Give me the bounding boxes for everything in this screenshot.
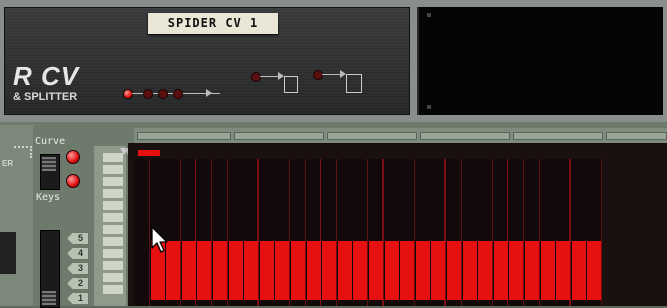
curve-keys-switch[interactable] bbox=[40, 154, 60, 190]
step-value-bar[interactable] bbox=[260, 241, 275, 300]
led-icon bbox=[313, 70, 323, 80]
step-value-bar[interactable] bbox=[385, 241, 400, 300]
bar-tab[interactable] bbox=[327, 132, 417, 140]
step-value-bar[interactable] bbox=[213, 241, 228, 300]
black-panel bbox=[417, 7, 663, 115]
step-value-bar[interactable] bbox=[478, 241, 493, 300]
octave-3-button[interactable]: 3 bbox=[67, 262, 89, 275]
side-block bbox=[0, 232, 16, 274]
keys-led-icon bbox=[66, 174, 80, 188]
step-value-bar[interactable] bbox=[463, 241, 478, 300]
step-value-bar[interactable] bbox=[400, 241, 415, 300]
step-value-bar[interactable] bbox=[556, 241, 571, 300]
curve-label: Curve bbox=[35, 136, 66, 147]
step-value-bar[interactable] bbox=[229, 241, 244, 300]
piano-key[interactable] bbox=[102, 284, 124, 295]
screw-icon bbox=[427, 105, 431, 109]
step-value-bar[interactable] bbox=[275, 241, 290, 300]
step-value-bar[interactable] bbox=[494, 241, 509, 300]
led-on-icon bbox=[123, 89, 133, 99]
spider-cv-panel: SPIDER CV 1 R CV & SPLITTER bbox=[4, 7, 410, 115]
merge-diagram bbox=[120, 86, 230, 102]
keys-label: Keys bbox=[36, 192, 61, 203]
piano-key[interactable] bbox=[102, 272, 124, 283]
step-value-bar[interactable] bbox=[525, 241, 540, 300]
step-value-bar[interactable] bbox=[447, 241, 462, 300]
step-value-bar[interactable] bbox=[587, 241, 602, 300]
step-value-bar[interactable] bbox=[338, 241, 353, 300]
piano-key[interactable] bbox=[102, 260, 124, 271]
step-value-bar[interactable] bbox=[197, 241, 212, 300]
split-diagram-b bbox=[310, 69, 370, 99]
step-value-bar[interactable] bbox=[322, 241, 337, 300]
piano-key[interactable] bbox=[102, 236, 124, 247]
step-value-bar[interactable] bbox=[541, 241, 556, 300]
octave-selector: 5 4 3 2 1 bbox=[65, 230, 91, 306]
step-value-bar[interactable] bbox=[509, 241, 524, 300]
piano-key[interactable] bbox=[102, 164, 124, 175]
split-diagram-a bbox=[248, 71, 308, 101]
step-value-bar[interactable] bbox=[353, 241, 368, 300]
position-indicator bbox=[138, 150, 160, 156]
piano-key[interactable] bbox=[102, 248, 124, 259]
led-icon bbox=[143, 89, 153, 99]
curve-led-icon bbox=[66, 150, 80, 164]
bar-tab[interactable] bbox=[137, 132, 231, 140]
step-columns bbox=[134, 159, 667, 306]
piano-key[interactable] bbox=[102, 176, 124, 187]
step-value-bar[interactable] bbox=[572, 241, 587, 300]
keyboard-strip bbox=[94, 146, 126, 306]
step-value-bar[interactable] bbox=[369, 241, 384, 300]
brand-title: R CV bbox=[13, 61, 80, 91]
side-dots-icon bbox=[14, 146, 32, 158]
arrow-icon bbox=[206, 89, 212, 97]
screw-icon bbox=[427, 13, 431, 17]
octave-switch[interactable] bbox=[40, 230, 60, 308]
piano-key[interactable] bbox=[102, 224, 124, 235]
octave-1-button[interactable]: 1 bbox=[67, 292, 89, 305]
step-value-bar[interactable] bbox=[307, 241, 322, 300]
step-value-bar[interactable] bbox=[182, 241, 197, 300]
led-icon bbox=[158, 89, 168, 99]
octave-4-button[interactable]: 4 bbox=[67, 247, 89, 260]
brand-subtitle: & SPLITTER bbox=[13, 91, 78, 103]
side-label: ER bbox=[2, 159, 14, 168]
led-icon bbox=[251, 72, 261, 82]
switch-knob bbox=[42, 157, 56, 171]
bar-tab[interactable] bbox=[513, 132, 603, 140]
pattern-grid[interactable] bbox=[128, 143, 667, 306]
octave-5-button[interactable]: 5 bbox=[67, 232, 89, 245]
octave-2-button[interactable]: 2 bbox=[67, 277, 89, 290]
step-value-bar[interactable] bbox=[244, 241, 259, 300]
step-value-bar[interactable] bbox=[431, 241, 446, 300]
bar-tab[interactable] bbox=[606, 132, 667, 140]
led-icon bbox=[173, 89, 183, 99]
step-value-bar[interactable] bbox=[416, 241, 431, 300]
step-value-bar[interactable] bbox=[291, 241, 306, 300]
bar-tab[interactable] bbox=[234, 132, 324, 140]
piano-key[interactable] bbox=[102, 188, 124, 199]
piano-key[interactable] bbox=[102, 200, 124, 211]
switch-knob bbox=[42, 291, 56, 305]
bar-tab[interactable] bbox=[420, 132, 510, 140]
step-column[interactable] bbox=[134, 159, 150, 306]
device-label-tape: SPIDER CV 1 bbox=[148, 13, 278, 34]
piano-key[interactable] bbox=[102, 212, 124, 223]
mouse-pointer-icon bbox=[151, 226, 168, 253]
